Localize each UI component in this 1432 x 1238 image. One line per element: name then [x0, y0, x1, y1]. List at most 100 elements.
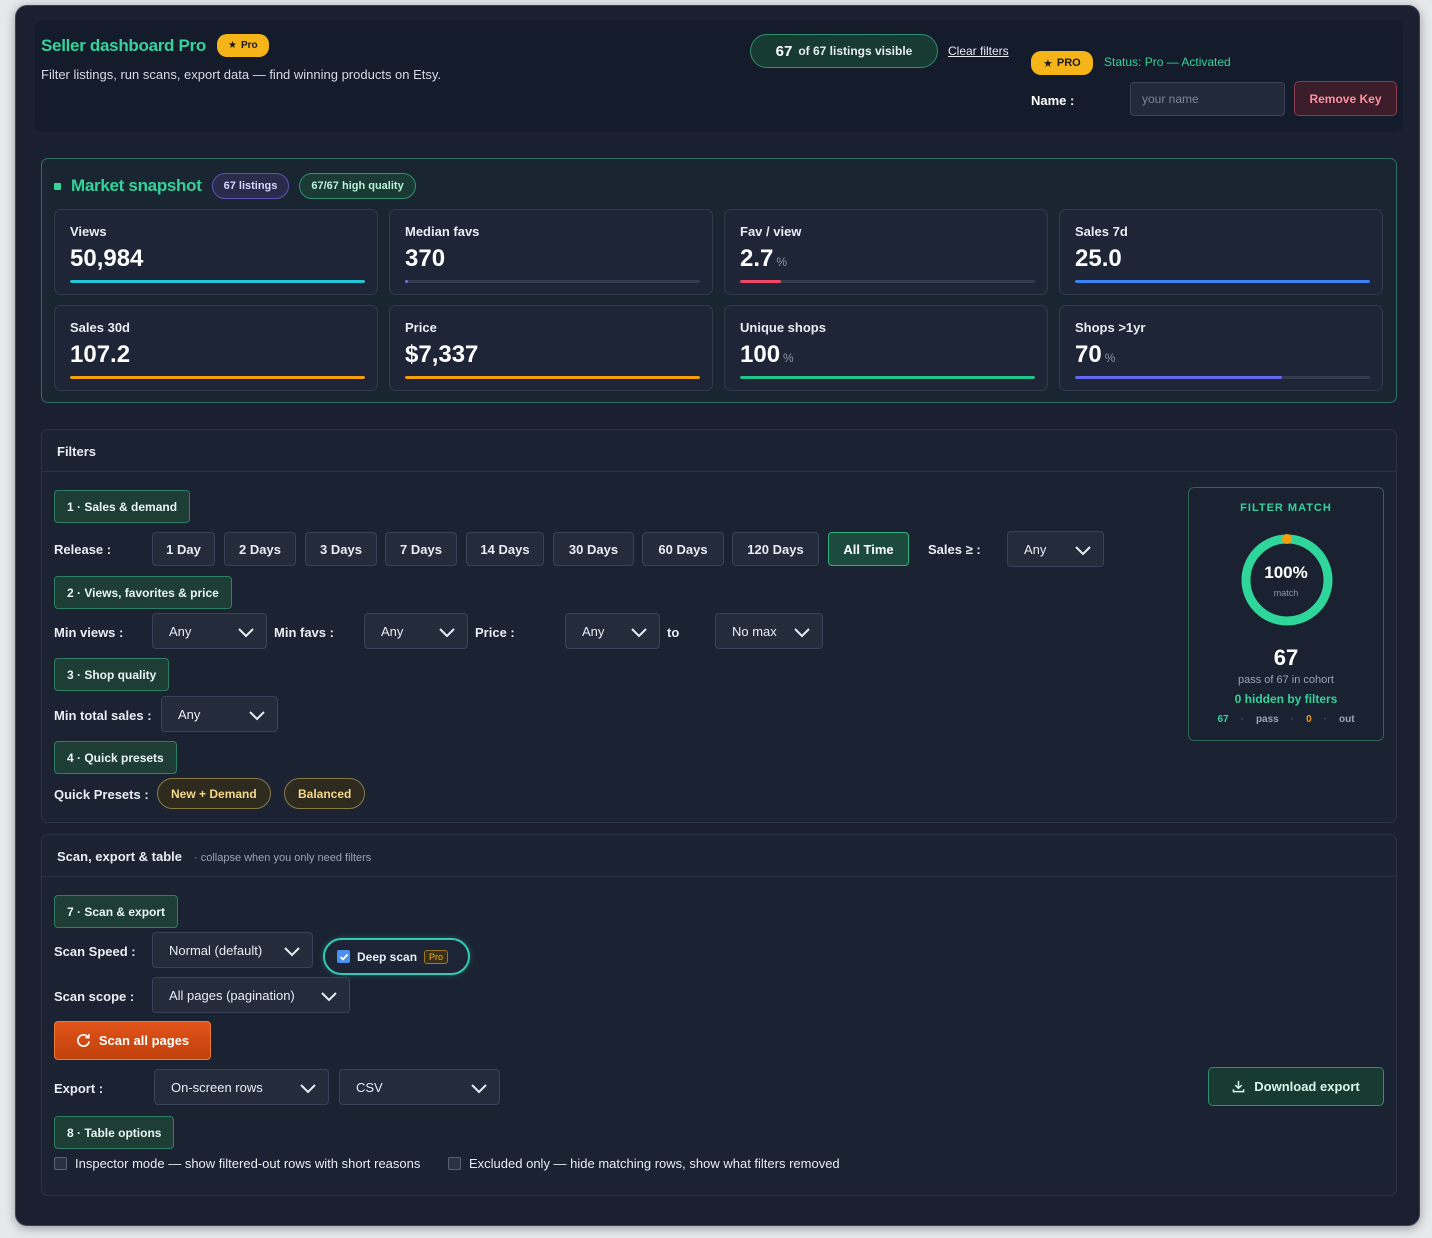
match-legend: 67 · pass · 0 · out [1189, 714, 1383, 725]
stat-card: Median favs 370 [389, 209, 713, 295]
visible-text: of 67 listings visible [798, 44, 913, 58]
scan-all-pages-button[interactable]: Scan all pages [54, 1021, 211, 1060]
chevron-down-icon [321, 992, 337, 1002]
license-status: Status: Pro — Activated [1104, 55, 1231, 69]
inspector-mode-checkbox[interactable] [54, 1157, 67, 1170]
stat-progress-bar [70, 376, 365, 379]
header: Seller dashboard Pro ★ Pro Filter listing… [35, 20, 1403, 132]
price-to-label: to [667, 625, 680, 640]
stat-card: Unique shops 100% [724, 305, 1048, 391]
preset-new-demand-button[interactable]: New + Demand [157, 778, 271, 809]
listings-badge: 67 listings [211, 173, 290, 199]
legend-out-label: out [1338, 714, 1355, 725]
section-table-options[interactable]: 8 · Table options [54, 1116, 175, 1149]
stat-progress-fill [1075, 280, 1370, 283]
release-option-button[interactable]: 14 Days [466, 532, 544, 566]
release-label: Release : [54, 542, 112, 557]
download-icon [1232, 1080, 1245, 1093]
inspector-mode-option[interactable]: Inspector mode — show filtered-out rows … [54, 1156, 420, 1171]
check-icon [339, 953, 348, 961]
export-label: Export : [54, 1081, 104, 1096]
brand-title: Seller dashboard Pro [41, 36, 206, 55]
star-icon: ★ [228, 40, 237, 51]
release-option-button[interactable]: 30 Days [553, 532, 634, 566]
section-shop-quality[interactable]: 3 · Shop quality [54, 658, 170, 691]
min-favs-select[interactable]: Any [364, 613, 468, 649]
legend-pass-label: pass [1255, 714, 1279, 725]
clear-filters-link[interactable]: Clear filters [948, 44, 1009, 58]
page-subtitle: Filter listings, run scans, export data … [41, 67, 442, 82]
refresh-icon [76, 1034, 90, 1047]
deep-scan-pro-badge: Pro [424, 949, 449, 964]
price-max-select[interactable]: No max [715, 613, 823, 649]
match-pass-text: pass of 67 in cohort [1237, 674, 1334, 686]
stat-value: 100% [740, 341, 794, 368]
filters-panel: Filters 1 · Sales & demand Release : 1 D… [41, 429, 1397, 823]
preset-balanced-button[interactable]: Balanced [284, 778, 366, 809]
sales-min-value: Any [1024, 541, 1047, 557]
stat-unit: % [1104, 351, 1116, 365]
release-option-button[interactable]: 3 Days [305, 532, 377, 566]
stat-card: Price $7,337 [389, 305, 713, 391]
section-views-favs-price[interactable]: 2 · Views, favorites & price [54, 576, 232, 609]
price-min-select[interactable]: Any [565, 613, 660, 649]
deep-scan-toggle[interactable]: Deep scan Pro [323, 938, 470, 975]
legend-separator: · [1290, 714, 1295, 725]
stat-label: Sales 30d [70, 320, 130, 335]
scan-panel-subtitle: · collapse when you only need filters [193, 852, 372, 864]
scan-speed-select[interactable]: Normal (default) [152, 932, 313, 968]
filter-match-card: FILTER MATCH 100% match 67 pass of 67 in… [1188, 487, 1384, 741]
section-scan-export[interactable]: 7 · Scan & export [54, 895, 179, 928]
release-option-button[interactable]: 7 Days [385, 532, 457, 566]
release-option-button[interactable]: 1 Day [152, 532, 215, 566]
star-icon: ★ [1043, 57, 1053, 70]
brand-pro-badge: ★ Pro [217, 34, 269, 57]
release-option-button[interactable]: 60 Days [642, 532, 724, 566]
stat-label: Unique shops [740, 320, 826, 335]
stat-value: $7,337 [405, 341, 479, 368]
deep-scan-label: Deep scan [357, 949, 418, 964]
min-views-value: Any [169, 623, 192, 639]
stat-progress-fill [1075, 376, 1282, 379]
section-sales-demand[interactable]: 1 · Sales & demand [54, 490, 191, 523]
stat-value: 2.7% [740, 245, 788, 272]
name-input[interactable] [1130, 82, 1285, 116]
sales-min-select[interactable]: Any [1007, 531, 1104, 567]
section-marker-icon [54, 182, 61, 190]
section-quick-presets[interactable]: 4 · Quick presets [54, 741, 177, 774]
scan-speed-value: Normal (default) [169, 942, 263, 958]
scan-all-pages-label: Scan all pages [98, 1033, 190, 1048]
release-option-button[interactable]: 2 Days [224, 532, 296, 566]
stat-label: Price [405, 320, 437, 335]
chevron-down-icon [794, 628, 810, 638]
stat-card: Sales 7d 25.0 [1059, 209, 1383, 295]
scan-panel-header[interactable]: Scan, export & table · collapse when you … [57, 849, 371, 864]
min-total-sales-select[interactable]: Any [161, 696, 278, 732]
min-views-label: Min views : [54, 625, 124, 640]
scan-scope-select[interactable]: All pages (pagination) [152, 977, 350, 1013]
release-option-button[interactable]: 120 Days [732, 532, 819, 566]
download-export-button[interactable]: Download export [1208, 1067, 1384, 1106]
remove-key-button[interactable]: Remove Key [1294, 81, 1397, 116]
stat-label: Median favs [405, 224, 480, 239]
market-snapshot-panel: Market snapshot 67 listings 67/67 high q… [41, 158, 1397, 403]
export-rows-select[interactable]: On-screen rows [154, 1069, 329, 1105]
excluded-only-option[interactable]: Excluded only — hide matching rows, show… [448, 1156, 840, 1171]
stat-progress-fill [70, 376, 365, 379]
legend-separator: · [1323, 714, 1327, 725]
download-export-label: Download export [1254, 1079, 1360, 1094]
deep-scan-checkbox[interactable] [337, 950, 350, 963]
scan-scope-value: All pages (pagination) [169, 987, 295, 1003]
min-views-select[interactable]: Any [152, 613, 267, 649]
stat-progress-bar [740, 376, 1035, 379]
stat-progress-bar [1075, 280, 1370, 283]
inspector-mode-label: Inspector mode — show filtered-out rows … [75, 1156, 421, 1171]
stat-progress-bar [1075, 376, 1370, 379]
stat-label: Sales 7d [1075, 224, 1128, 239]
excluded-only-checkbox[interactable] [448, 1157, 461, 1170]
stat-unit: % [783, 351, 794, 365]
export-format-select[interactable]: CSV [339, 1069, 500, 1105]
legend-pass-count: 67 [1217, 714, 1229, 725]
min-favs-value: Any [381, 623, 404, 639]
release-option-button[interactable]: All Time [828, 532, 909, 566]
